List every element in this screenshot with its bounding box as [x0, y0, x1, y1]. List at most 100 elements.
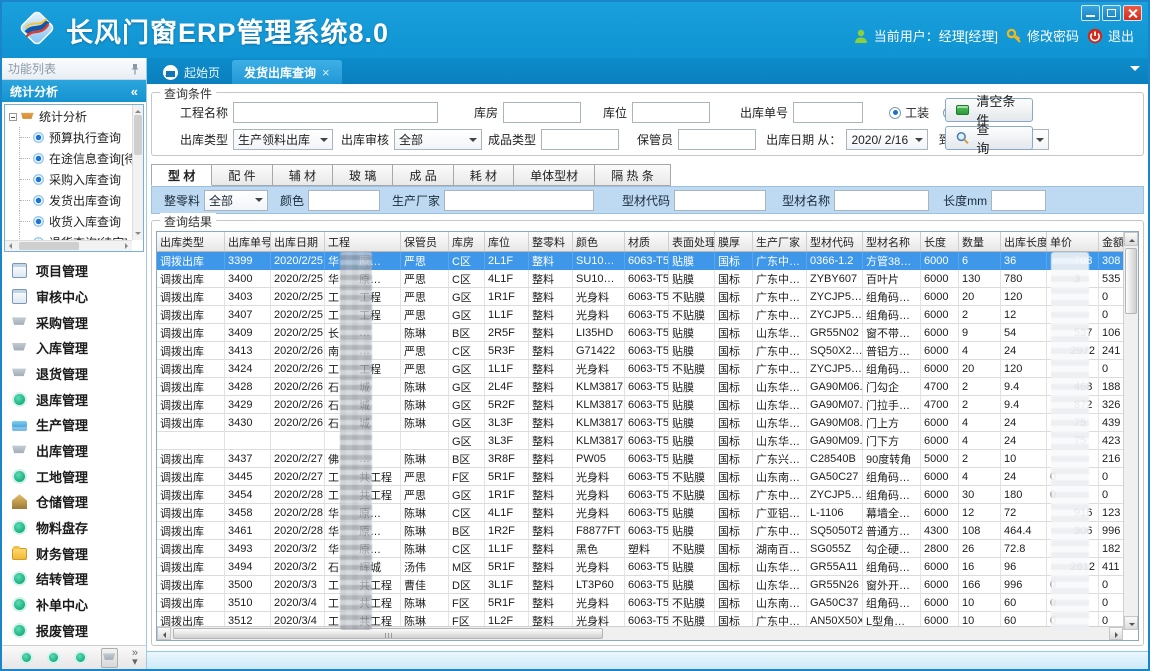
- product-type-input[interactable]: [541, 129, 619, 150]
- location-input[interactable]: [632, 102, 710, 123]
- grid-vertical-scrollbar[interactable]: [1123, 232, 1138, 630]
- sidebar-item-dot[interactable]: 结转管理: [12, 569, 146, 589]
- table-cell: 曹佳: [401, 576, 449, 594]
- tree-item[interactable]: 采购入库查询: [5, 169, 143, 190]
- project-name-input[interactable]: [233, 102, 438, 123]
- scrollbar-thumb[interactable]: [1125, 248, 1137, 314]
- table-cell: 调拨出库: [157, 306, 225, 324]
- tree-item[interactable]: 预算执行查询: [5, 127, 143, 148]
- pin-icon[interactable]: [130, 63, 140, 75]
- table-row[interactable]: 调拨出库34292020/2/26石城陈琳G区5R2F整料KLM38176063…: [157, 396, 1138, 414]
- table-row[interactable]: G区3L3F整料KLM38176063-T5贴膜国标山东华…GA90M09.门下…: [157, 432, 1138, 450]
- table-cell: 国标: [715, 576, 753, 594]
- dot-icon[interactable]: [20, 651, 33, 664]
- sidebar-item-folder[interactable]: 财务管理: [12, 543, 146, 563]
- table-row[interactable]: 调拨出库34032020/2/25工工程严思G区1R1F整料光身料6063-T5…: [157, 288, 1138, 306]
- table-cell: 国标: [715, 450, 753, 468]
- tab-outbound-query[interactable]: 发货出库查询 ×: [232, 60, 342, 84]
- material-subtab[interactable]: 耗 材: [454, 164, 514, 186]
- table-cell: 不贴膜: [669, 288, 715, 306]
- material-subtab[interactable]: 单体型材: [514, 164, 595, 186]
- tree-item[interactable]: 收货入库查询: [5, 211, 143, 232]
- scrollbar-thumb[interactable]: [173, 628, 603, 639]
- material-subtab[interactable]: 配 件: [212, 164, 272, 186]
- outbound-type-select[interactable]: 生产领料出库: [233, 129, 333, 150]
- material-subtab[interactable]: 成 品: [393, 164, 453, 186]
- table-row[interactable]: 调拨出库34932020/3/2华原…陈琳C区1L1F整料黑色塑料不贴膜国标湖南…: [157, 540, 1138, 558]
- sidebar-item-dot[interactable]: 报废管理: [12, 620, 146, 640]
- date-from-select[interactable]: 2020/ 2/16: [846, 129, 928, 150]
- sidebar-item-warehouse[interactable]: 仓储管理: [12, 492, 146, 512]
- close-button[interactable]: [1123, 5, 1142, 21]
- profile-code-input[interactable]: [674, 190, 766, 211]
- dot-icon[interactable]: [47, 651, 60, 664]
- sidebar-item-dot[interactable]: 工地管理: [12, 466, 146, 486]
- material-subtab[interactable]: 型 材: [151, 164, 212, 186]
- profile-name-input[interactable]: [834, 190, 929, 211]
- material-subtab[interactable]: 隔 热 条: [595, 164, 671, 186]
- warehouse-input[interactable]: [503, 102, 581, 123]
- change-password-button[interactable]: 修改密码: [1006, 26, 1079, 45]
- tree-item[interactable]: 发货出库查询: [5, 190, 143, 211]
- radio-option[interactable]: 工装: [889, 104, 929, 121]
- tree-vertical-scrollbar[interactable]: [132, 105, 143, 240]
- table-row[interactable]: 调拨出库34372020/2/27佛…陈琳B区3R8F整料PW056063-T5…: [157, 450, 1138, 468]
- table-row[interactable]: 调拨出库34612020/2/28华原…陈琳B区1R2F整料F8877FT606…: [157, 522, 1138, 540]
- sidebar-item-clipboard[interactable]: 审核中心: [12, 286, 146, 306]
- table-row[interactable]: 调拨出库35102020/3/4工共工程陈琳F区5R1F整料光身料6063-T5…: [157, 594, 1138, 612]
- table-row[interactable]: 调拨出库34582020/2/28华原…陈琳C区4L1F整料光身料6063-T5…: [157, 504, 1138, 522]
- table-row[interactable]: 调拨出库34302020/2/26石城陈琳G区3L3F整料KLM38176063…: [157, 414, 1138, 432]
- logout-button[interactable]: 退出: [1087, 26, 1134, 45]
- search-button[interactable]: 查 询: [945, 126, 1033, 150]
- tree-horizontal-scrollbar[interactable]: [5, 240, 132, 251]
- keeper-input[interactable]: [678, 129, 756, 150]
- table-row[interactable]: 调拨出库34002020/2/25华原…严思C区4L1F整料SU10…6063-…: [157, 270, 1138, 288]
- sidebar-item-clipboard[interactable]: 项目管理: [12, 261, 146, 281]
- table-cell: 广东兴…: [753, 450, 807, 468]
- maximize-button[interactable]: [1102, 5, 1121, 21]
- table-row[interactable]: 调拨出库33992020/2/25华原…严思C区2L1F整料SU10…6063-…: [157, 252, 1138, 270]
- tab-home[interactable]: 起始页: [151, 60, 232, 84]
- material-subtab[interactable]: 玻 璃: [333, 164, 393, 186]
- statistics-section-header[interactable]: 统计分析 «: [2, 80, 146, 102]
- order-no-input[interactable]: [793, 102, 863, 123]
- table-row[interactable]: 调拨出库34542020/2/28工共工程严思G区1R1F整料光身料6063-T…: [157, 486, 1138, 504]
- whole-piece-select[interactable]: 全部: [204, 190, 268, 211]
- sidebar-item-dot[interactable]: 物料盘存: [12, 517, 146, 537]
- grid-horizontal-scrollbar[interactable]: [157, 626, 1123, 640]
- tree-item[interactable]: 在途信息查询[待: [5, 148, 143, 169]
- sidebar-item-cart[interactable]: 入库管理: [12, 338, 146, 358]
- manufacturer-input[interactable]: [444, 190, 594, 211]
- tab-list-dropdown-icon[interactable]: [1130, 66, 1140, 76]
- table-row[interactable]: 调拨出库34092020/2/25长…陈琳B区2R5F整料LI35HD6063-…: [157, 324, 1138, 342]
- table-cell: 3494: [225, 558, 271, 576]
- collapse-icon[interactable]: «: [131, 84, 138, 99]
- length-input[interactable]: [991, 190, 1046, 211]
- table-row[interactable]: 调拨出库34942020/3/2石辉城汤伟M区5R1F整料光身料6063-T5贴…: [157, 558, 1138, 576]
- censored-text: [339, 404, 359, 405]
- audit-select[interactable]: 全部: [394, 129, 482, 150]
- close-tab-icon[interactable]: ×: [322, 65, 330, 80]
- tree-expander-icon[interactable]: [9, 113, 17, 121]
- table-row[interactable]: 调拨出库34282020/2/26石城陈琳G区2L4F整料KLM38176063…: [157, 378, 1138, 396]
- sidebar-item-chart[interactable]: 生产管理: [12, 415, 146, 435]
- cart-panel-button[interactable]: [101, 648, 118, 668]
- table-row[interactable]: 调拨出库34072020/2/25工工程严思G区1L1F整料光身料6063-T5…: [157, 306, 1138, 324]
- sidebar-item-dot[interactable]: 补单中心: [12, 594, 146, 614]
- sidebar-item-cart[interactable]: 出库管理: [12, 440, 146, 460]
- sidebar-item-cart[interactable]: 采购管理: [12, 312, 146, 332]
- table-cell: G区: [449, 414, 485, 432]
- sidebar-item-cart[interactable]: 退货管理: [12, 363, 146, 383]
- table-row[interactable]: 调拨出库34132020/2/26南…严思C区5R3F整料G714226063-…: [157, 342, 1138, 360]
- material-subtab[interactable]: 辅 材: [273, 164, 333, 186]
- table-row[interactable]: 调拨出库34452020/2/27工共工程严思F区5R1F整料光身料6063-T…: [157, 468, 1138, 486]
- minimize-button[interactable]: [1081, 5, 1100, 21]
- sidebar-item-dot[interactable]: 退库管理: [12, 389, 146, 409]
- dot-icon[interactable]: [74, 651, 87, 664]
- table-cell: 调拨出库: [157, 540, 225, 558]
- more-panels-chevron[interactable]: »▾: [132, 649, 138, 667]
- color-input[interactable]: [308, 190, 380, 211]
- table-row[interactable]: 调拨出库35002020/3/3工共工程曹佳D区3L1F整料LT3P606063…: [157, 576, 1138, 594]
- table-row[interactable]: 调拨出库34242020/2/26工工程严思G区1L1F整料光身料6063-T5…: [157, 360, 1138, 378]
- tree-root[interactable]: 统计分析: [5, 105, 143, 127]
